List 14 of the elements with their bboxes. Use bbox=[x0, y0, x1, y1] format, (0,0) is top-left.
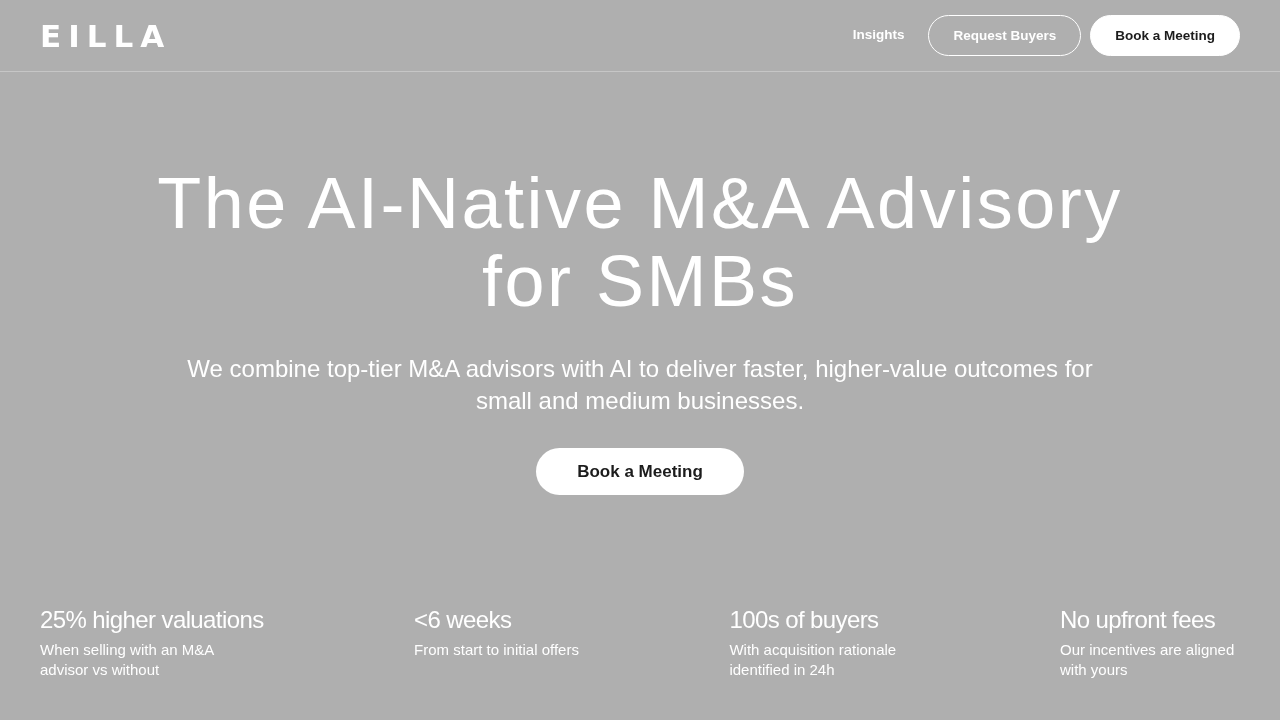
stat-description: From start to initial offers bbox=[414, 640, 579, 660]
stat-value: 100s of buyers bbox=[729, 605, 880, 635]
stat-value: No upfront fees bbox=[1060, 605, 1217, 635]
nav-link[interactable]: Insights bbox=[852, 25, 905, 46]
stat-value: 25% higher valuations bbox=[40, 605, 264, 635]
stat-description: With acquisition rationale identified in 24h bbox=[729, 640, 898, 680]
stat-description: Our incentives are aligned with yours bbox=[1060, 640, 1236, 680]
logo[interactable]: EILLA bbox=[40, 21, 172, 52]
hero-subtitle: We combine top-tier M&A advisors with AI to deliver faster, higher-value outcomes for small and medium businesses. bbox=[186, 354, 1094, 416]
book-meeting-button[interactable]: Book a Meeting bbox=[536, 448, 744, 495]
nav-primary-button[interactable]: Book a Meeting bbox=[1090, 15, 1240, 56]
stat-value: <6 weeks bbox=[414, 605, 513, 635]
stat-description: When selling with an M&A advisor vs without bbox=[40, 640, 215, 680]
hero-title: The AI-Native M&A Advisory for SMBs bbox=[156, 164, 1124, 320]
